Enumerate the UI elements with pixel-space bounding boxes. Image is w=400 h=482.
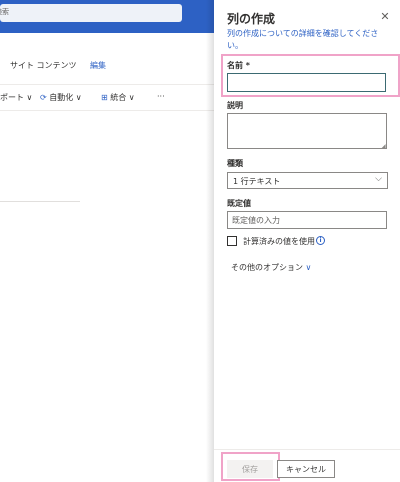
chevron-down-icon: ∨: [128, 93, 135, 102]
panel-shadow: [206, 0, 214, 482]
info-icon[interactable]: i: [316, 236, 325, 245]
description-label: 説明: [227, 101, 243, 110]
type-selected-value: 1 行テキスト: [233, 177, 281, 186]
search-box[interactable]: 検索: [0, 4, 182, 22]
default-value-field[interactable]: [227, 211, 387, 229]
cancel-button[interactable]: キャンセル: [277, 460, 335, 478]
divider: [0, 110, 214, 111]
chevron-down-icon: ∨: [75, 93, 82, 102]
more-commands-button[interactable]: ···: [157, 92, 165, 101]
calculated-value-label: 計算済みの値を使用: [243, 237, 315, 246]
export-command[interactable]: ポート ∨: [0, 92, 32, 103]
chevron-down-icon: ⌵: [375, 174, 382, 184]
description-field[interactable]: [227, 113, 387, 149]
suite-header: 検索: [0, 0, 214, 33]
learn-more-link[interactable]: 列の作成についての詳細を確認してください。: [227, 28, 387, 52]
more-options-label: その他のオプション: [231, 263, 303, 272]
site-nav: サイト コンテンツ 編集: [0, 58, 214, 74]
create-column-panel: 列の作成 ✕ 列の作成についての詳細を確認してください。 名前 * 説明 ◢ 種…: [214, 0, 400, 482]
close-icon[interactable]: ✕: [378, 10, 392, 24]
calculated-value-checkbox[interactable]: [227, 236, 237, 246]
chevron-down-icon: ∨: [305, 263, 312, 272]
integrate-command[interactable]: ⊞ 統合 ∨: [101, 92, 135, 103]
integrate-label: 統合: [110, 93, 127, 102]
integrate-icon: ⊞: [101, 93, 108, 102]
automate-command[interactable]: ⟳ 自動化 ∨: [40, 92, 82, 103]
command-bar: ポート ∨ ⟳ 自動化 ∨ ⊞ 統合 ∨ ···: [0, 92, 214, 106]
panel-title: 列の作成: [227, 12, 276, 26]
resize-grip-icon[interactable]: ◢: [381, 143, 386, 150]
type-label: 種類: [227, 159, 243, 168]
more-options-toggle[interactable]: その他のオプション ∨: [231, 262, 311, 273]
save-button[interactable]: 保存: [227, 460, 273, 478]
name-label: 名前 *: [227, 61, 250, 70]
export-label: ポート: [0, 93, 24, 102]
flow-icon: ⟳: [40, 93, 47, 102]
footer-divider: [214, 449, 400, 450]
name-field[interactable]: [227, 73, 386, 92]
automate-label: 自動化: [49, 93, 74, 102]
type-dropdown[interactable]: 1 行テキスト ⌵: [227, 172, 388, 189]
search-placeholder: 検索: [0, 8, 9, 16]
nav-site-contents[interactable]: サイト コンテンツ: [10, 60, 77, 71]
divider: [0, 201, 80, 202]
divider: [0, 84, 214, 85]
chevron-down-icon: ∨: [26, 93, 33, 102]
default-value-label: 既定値: [227, 199, 251, 208]
nav-edit-link[interactable]: 編集: [90, 60, 106, 71]
